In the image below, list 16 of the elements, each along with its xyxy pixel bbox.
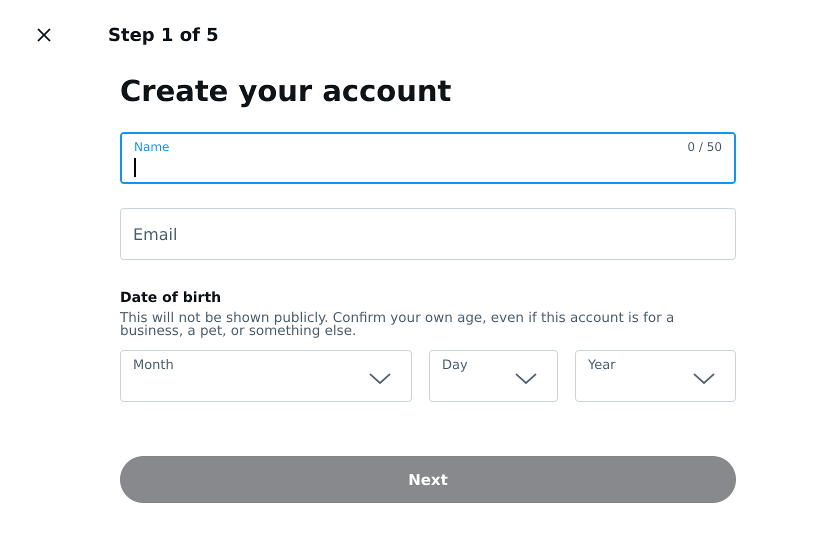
dropdown-field[interactable]: Year [575,350,736,402]
chevron-down-icon [693,373,715,385]
text-cursor [134,158,136,177]
step-indicator: Step 1 of 5 [108,24,219,46]
dropdown-field[interactable]: Month [120,350,412,402]
close-icon[interactable] [36,27,52,43]
chevron-down-icon [369,373,391,385]
section-label: Date of birth [120,290,222,306]
email-field[interactable]: Email [120,208,736,260]
name-field[interactable]: Name 0 / 50 [120,132,736,184]
description-text: This will not be shown publicly. Confirm your own age, even if this account is for a business, a pet, or something else. [120,312,676,338]
field-label: Name [134,140,170,154]
page-title: Create your account [120,74,452,108]
chevron-down-icon [515,373,537,385]
character-counter: 0 / 50 [687,140,722,154]
dropdown-field[interactable]: Day [429,350,558,402]
